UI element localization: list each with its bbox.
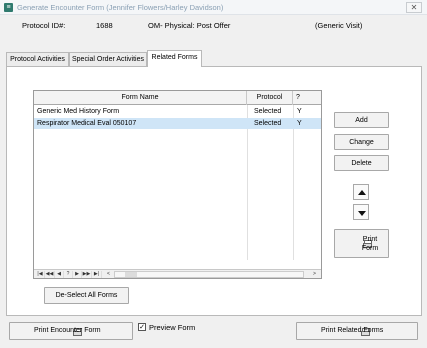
scroll-left-icon[interactable]: < xyxy=(104,271,113,278)
deselect-all-forms-button[interactable]: De-Select All Forms xyxy=(44,287,129,304)
add-button[interactable]: Add xyxy=(334,112,389,128)
first-record-icon[interactable]: |◀ xyxy=(36,271,45,278)
print-form-label-1: Print xyxy=(362,236,378,243)
grid-navigator: |◀ ◀◀ ◀ ? ▶ ▶▶ ▶| < > xyxy=(34,269,321,278)
window-title: Generate Encounter Form (Jennifer Flower… xyxy=(17,3,224,12)
horizontal-scrollbar[interactable] xyxy=(114,271,304,278)
triangle-up-icon xyxy=(358,190,366,195)
table-row[interactable]: Generic Med History Form Selected Y xyxy=(34,106,321,117)
print-encounter-form-label: Print Encounter Form xyxy=(34,327,101,334)
forms-grid[interactable]: Form Name Protocol ? Generic Med History… xyxy=(33,90,322,279)
protocol-label: Protocol ID#: xyxy=(22,21,66,30)
form-name-cell: Respirator Medical Eval 050107 xyxy=(37,120,137,127)
preview-form-label: Preview Form xyxy=(149,323,196,332)
scroll-right-icon[interactable]: > xyxy=(310,271,319,278)
visit-type: (Generic Visit) xyxy=(315,21,363,30)
tab-label: Special Order Activities xyxy=(72,56,144,63)
last-record-icon[interactable]: ▶| xyxy=(92,271,102,278)
protocol-cell: Selected xyxy=(254,108,282,115)
print-form-label-2: Form xyxy=(361,245,379,252)
column-header-protocol[interactable]: Protocol xyxy=(247,91,293,105)
tab-label: Related Forms xyxy=(151,54,198,61)
print-related-forms-label: Print Related Forms xyxy=(321,327,384,334)
print-related-forms-button[interactable]: Print Related Forms xyxy=(296,322,418,340)
tab-related-forms[interactable]: Related Forms xyxy=(147,50,202,67)
change-button[interactable]: Change xyxy=(334,134,389,150)
move-up-button[interactable] xyxy=(353,184,369,200)
table-row[interactable]: Respirator Medical Eval 050107 Selected … xyxy=(34,118,321,129)
print-encounter-form-button[interactable]: Print Encounter Form xyxy=(9,322,133,340)
close-button[interactable]: ✕ xyxy=(406,2,422,13)
app-icon: ≡ xyxy=(4,3,13,12)
form-name-cell: Generic Med History Form xyxy=(37,108,120,115)
flag-cell: Y xyxy=(297,120,302,127)
prev-page-icon[interactable]: ◀◀ xyxy=(45,271,55,278)
tab-special-order-activities[interactable]: Special Order Activities xyxy=(69,52,147,66)
move-down-button[interactable] xyxy=(353,204,369,220)
tab-protocol-activities[interactable]: Protocol Activities xyxy=(6,52,69,66)
triangle-down-icon xyxy=(358,211,366,216)
grid-header: Form Name Protocol ? xyxy=(34,91,321,105)
column-header-form-name[interactable]: Form Name xyxy=(34,91,247,105)
protocol-cell: Selected xyxy=(254,120,282,127)
delete-button[interactable]: Delete xyxy=(334,155,389,171)
print-form-button[interactable]: Print Form xyxy=(334,229,389,258)
protocol-name: OM- Physical: Post Offer xyxy=(148,21,231,30)
scrollbar-thumb[interactable] xyxy=(125,272,137,277)
preview-form-checkbox[interactable]: ✓ xyxy=(138,323,146,331)
next-record-icon[interactable]: ▶ xyxy=(73,271,82,278)
flag-cell: Y xyxy=(297,108,302,115)
protocol-id: 1688 xyxy=(96,21,113,30)
next-page-icon[interactable]: ▶▶ xyxy=(82,271,92,278)
prev-record-icon[interactable]: ◀ xyxy=(55,271,64,278)
query-icon[interactable]: ? xyxy=(64,271,73,278)
tab-label: Protocol Activities xyxy=(10,56,65,63)
column-header-flag[interactable]: ? xyxy=(293,91,321,105)
